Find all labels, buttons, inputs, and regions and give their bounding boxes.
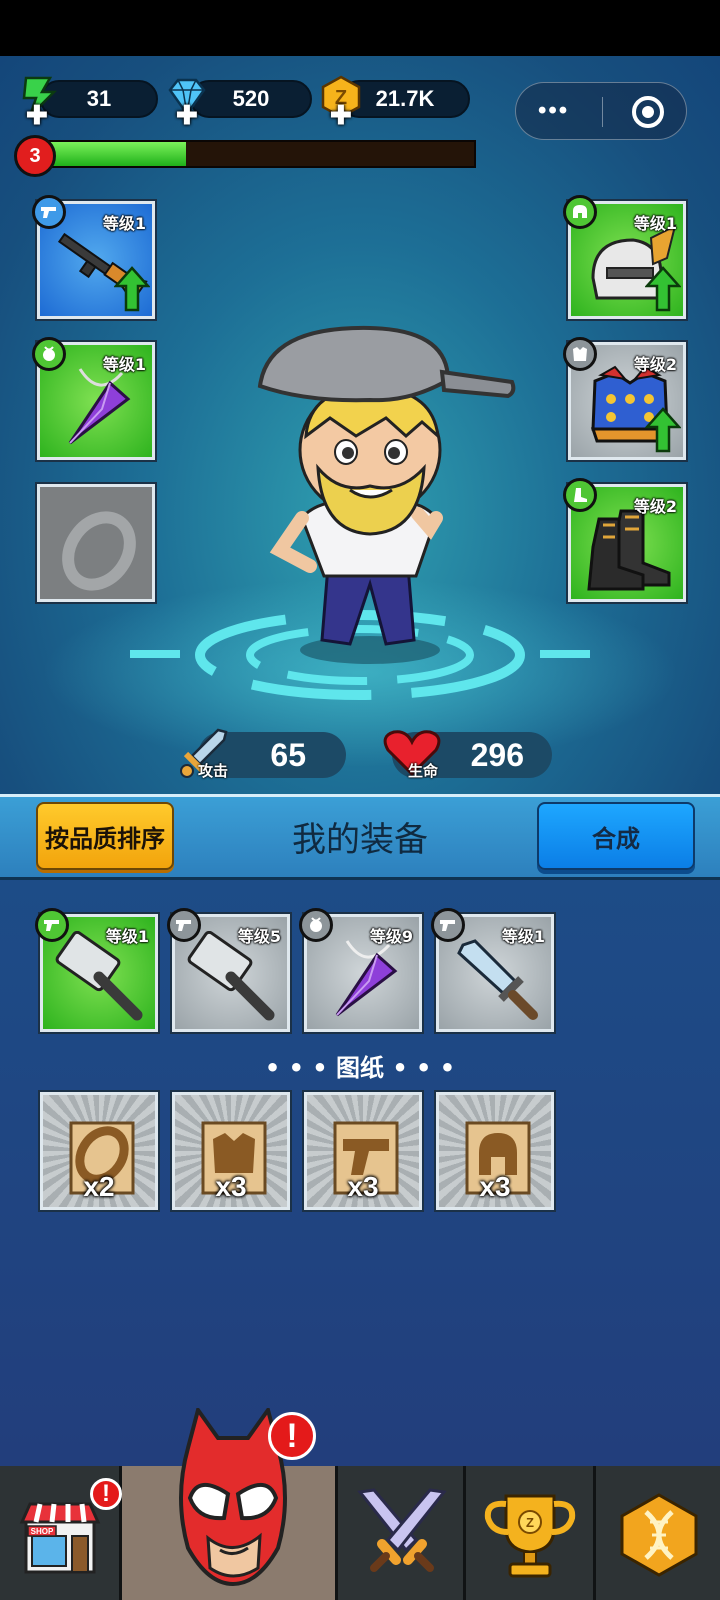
blueprint-item[interactable]: x3 bbox=[172, 1092, 290, 1210]
game-screen: 31 ✚ 520 ✚ 21.7K Z ✚ ••• 3 等级1 等级1 等级1 等… bbox=[0, 0, 720, 1600]
hp-value: 296 bbox=[470, 736, 524, 773]
add-gems-icon[interactable]: ✚ bbox=[176, 100, 198, 131]
blueprint-item[interactable]: x3 bbox=[436, 1092, 554, 1210]
item-type-badge bbox=[431, 908, 465, 942]
blueprint-item[interactable]: x3 bbox=[304, 1092, 422, 1210]
add-coins-icon[interactable]: ✚ bbox=[330, 100, 352, 131]
item-level: 等级1 bbox=[105, 927, 149, 946]
armor-type-badge bbox=[563, 337, 597, 371]
item-type-badge bbox=[299, 908, 333, 942]
blueprint-count: x3 bbox=[479, 1171, 511, 1202]
hp-label: 生命 bbox=[408, 762, 439, 780]
coin-value: 21.7K bbox=[375, 86, 435, 111]
shop-alert-badge: ! bbox=[90, 1478, 122, 1510]
necklace-type-icon bbox=[310, 917, 322, 932]
upgrade-arrow-icon bbox=[114, 266, 150, 312]
necklace-level: 等级1 bbox=[102, 355, 146, 374]
energy-value: 31 bbox=[86, 86, 112, 111]
status-bar bbox=[0, 0, 720, 56]
blueprint-count: x2 bbox=[83, 1171, 115, 1202]
gun-type-icon bbox=[440, 920, 455, 931]
item-level: 等级9 bbox=[369, 927, 413, 946]
boots-type-icon bbox=[574, 488, 587, 502]
add-energy-icon[interactable]: ✚ bbox=[26, 100, 48, 131]
item-type-badge bbox=[167, 908, 201, 942]
xp-fill bbox=[38, 142, 187, 166]
weapon-type-badge bbox=[32, 195, 66, 229]
item-type-badge bbox=[35, 908, 69, 942]
player-level-badge: 3 bbox=[14, 135, 56, 177]
item-level: 等级1 bbox=[501, 927, 545, 946]
blueprint-count: x3 bbox=[347, 1171, 379, 1202]
menu-capsule: ••• bbox=[515, 82, 687, 140]
craft-button[interactable]: 合成 bbox=[537, 802, 695, 870]
nav-dna[interactable] bbox=[596, 1466, 720, 1600]
necklace-type-icon bbox=[43, 346, 55, 361]
armor-type-icon bbox=[573, 347, 587, 361]
capsule-divider bbox=[602, 97, 603, 127]
armor-level: 等级2 bbox=[633, 355, 677, 374]
xp-bar bbox=[36, 140, 476, 168]
item-level: 等级5 bbox=[237, 927, 281, 946]
necklace-type-badge bbox=[32, 337, 66, 371]
blueprint-count: x3 bbox=[215, 1171, 247, 1202]
upgrade-arrow-icon bbox=[645, 407, 681, 453]
dna-icon bbox=[620, 1493, 698, 1577]
gun-type-icon bbox=[44, 920, 59, 931]
ring-slot[interactable] bbox=[37, 484, 155, 602]
boots-type-badge bbox=[563, 478, 597, 512]
nav-battle[interactable] bbox=[338, 1466, 466, 1600]
blueprint-item[interactable]: x2 bbox=[40, 1092, 158, 1210]
sort-by-quality-button[interactable]: 按品质排序 bbox=[36, 802, 174, 870]
helmet-level: 等级1 bbox=[633, 214, 677, 233]
attack-label: 攻击 bbox=[198, 762, 229, 780]
hero-character bbox=[257, 325, 516, 664]
nav-hero[interactable] bbox=[122, 1408, 338, 1600]
helmet-type-badge bbox=[563, 195, 597, 229]
more-icon[interactable]: ••• bbox=[538, 97, 569, 125]
weapon-level: 等级1 bbox=[102, 214, 146, 233]
gun-type-icon bbox=[41, 207, 56, 218]
svg-text:Z: Z bbox=[526, 1515, 534, 1530]
player-level: 3 bbox=[29, 144, 41, 167]
upgrade-arrow-icon bbox=[645, 266, 681, 312]
close-target-icon[interactable] bbox=[632, 96, 664, 128]
blueprints-title: • • • 图纸 • • • bbox=[264, 1054, 456, 1082]
equipment-title: 我的装备 bbox=[292, 820, 428, 860]
nav-trophy[interactable]: Z bbox=[466, 1466, 596, 1600]
crossed-swords-icon bbox=[357, 1488, 447, 1572]
trophy-icon: Z bbox=[484, 1494, 576, 1578]
shop-icon: SHOP bbox=[19, 1502, 101, 1574]
hero-alert-badge: ! bbox=[268, 1412, 316, 1460]
boots-level: 等级2 bbox=[633, 497, 677, 516]
gem-value: 520 bbox=[232, 86, 270, 111]
attack-value: 65 bbox=[270, 736, 306, 773]
ring-placeholder-icon bbox=[62, 511, 136, 591]
helmet-type-icon bbox=[573, 205, 587, 218]
shop-sign-label: SHOP bbox=[31, 1527, 54, 1536]
gun-type-icon bbox=[176, 920, 191, 931]
